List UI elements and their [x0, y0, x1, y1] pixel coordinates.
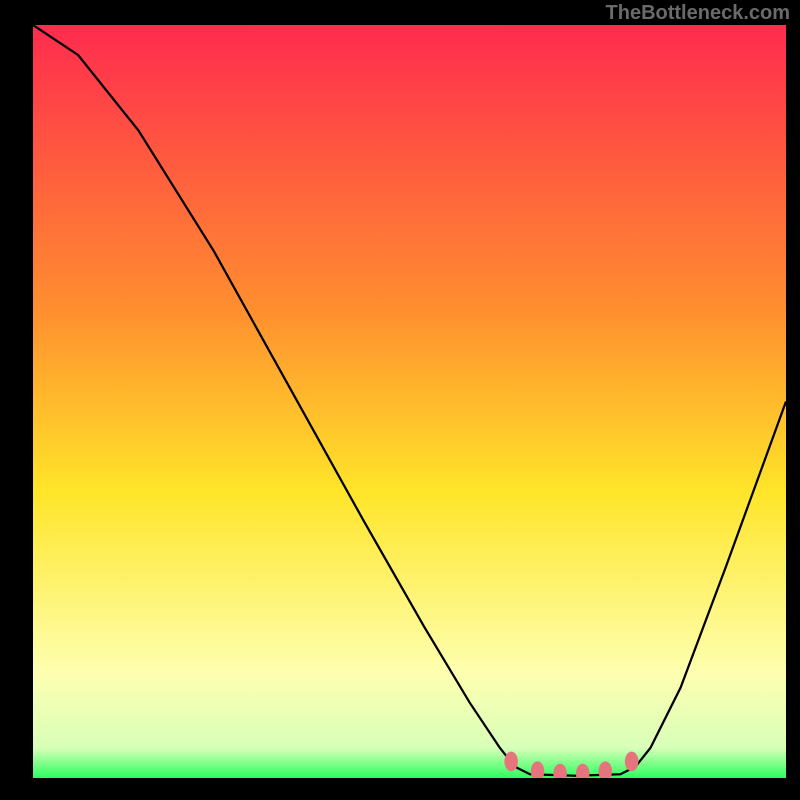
chart-area [33, 25, 786, 778]
chart-background [33, 25, 786, 778]
highlight-dot [504, 752, 518, 772]
watermark-text: TheBottleneck.com [606, 2, 790, 25]
highlight-dot [625, 752, 639, 772]
chart-svg [33, 25, 786, 778]
